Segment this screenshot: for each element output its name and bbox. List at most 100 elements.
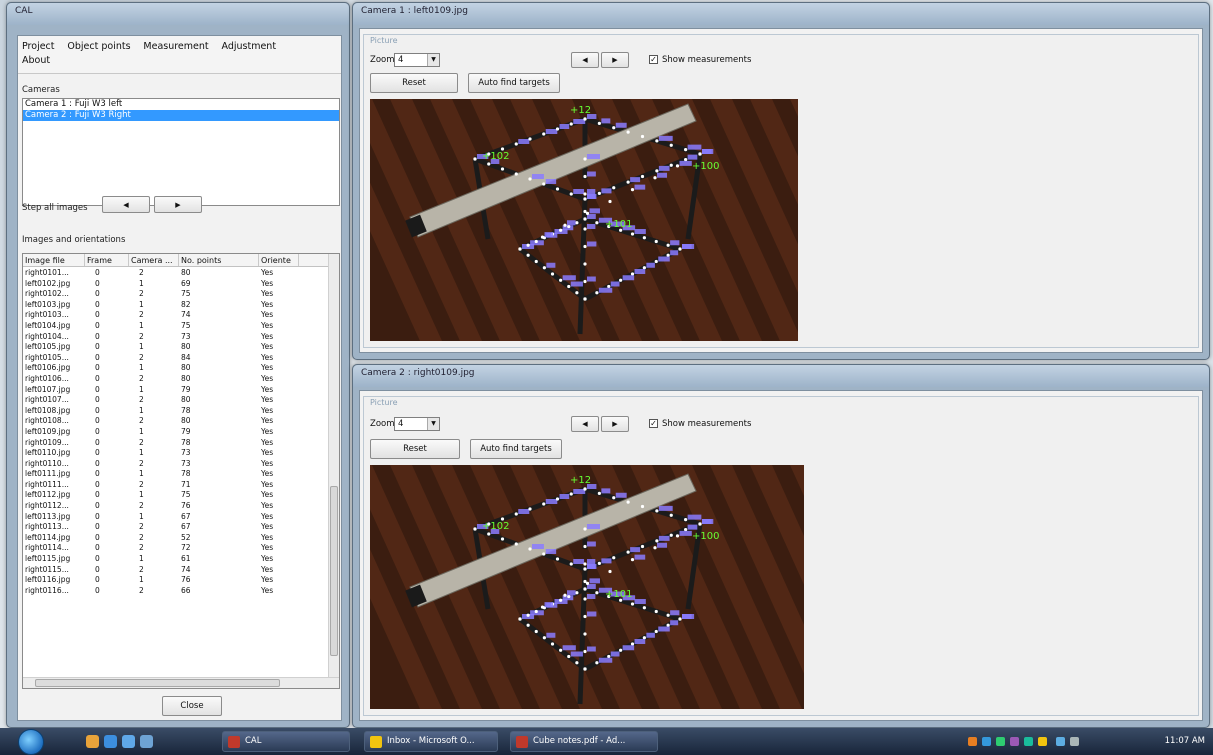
camera-list-item[interactable]: Camera 1 : Fuji W3 left	[23, 99, 339, 110]
chevron-down-icon[interactable]: ▼	[427, 418, 439, 430]
tray-icon[interactable]	[1010, 737, 1019, 746]
table-row[interactable]: left0108.jpg 0 1 78 Yes	[23, 406, 335, 417]
target-dot	[575, 221, 579, 225]
close-button[interactable]: Close	[162, 696, 222, 716]
camera2-auto-find-targets-button[interactable]: Auto find targets	[470, 439, 562, 459]
network-icon[interactable]	[1056, 737, 1065, 746]
table-row[interactable]: right0103... 0 2 74 Yes	[23, 310, 335, 321]
step-next-button[interactable]: ▶	[154, 196, 202, 213]
camera2-zoom-select[interactable]: 4 ▼	[394, 417, 440, 431]
table-row[interactable]: left0113.jpg 0 1 67 Yes	[23, 512, 335, 523]
camera2-reset-button[interactable]: Reset	[370, 439, 460, 459]
target-dot	[583, 544, 587, 549]
table-row[interactable]: right0101... 0 2 80 Yes	[23, 268, 335, 279]
table-row[interactable]: right0110... 0 2 73 Yes	[23, 459, 335, 470]
table-row[interactable]: right0111... 0 2 71 Yes	[23, 480, 335, 491]
table-row[interactable]: left0105.jpg 0 1 80 Yes	[23, 342, 335, 353]
camera2-previous-button[interactable]: ◀	[571, 416, 599, 432]
start-button[interactable]	[18, 729, 44, 755]
target-dot	[669, 533, 673, 537]
camera1-title-bar[interactable]: Camera 1 : left0109.jpg	[353, 3, 1209, 25]
tray-icon[interactable]	[1038, 737, 1047, 746]
camera2-zoom-value: 4	[398, 419, 404, 429]
volume-icon[interactable]	[1070, 737, 1079, 746]
images-table[interactable]: Image file Frame Camera ... No. points O…	[22, 253, 340, 689]
tray-icon[interactable]	[968, 737, 977, 746]
column-header-oriented[interactable]: Oriente	[259, 254, 299, 266]
column-header-camera[interactable]: Camera ...	[129, 254, 179, 266]
table-row[interactable]: right0108... 0 2 80 Yes	[23, 416, 335, 427]
target-label-mark	[567, 220, 576, 226]
camera-list-item-selected[interactable]: Camera 2 : Fuji W3 Right	[23, 110, 339, 121]
vertical-scroll-thumb[interactable]	[330, 486, 338, 656]
cameras-list[interactable]: Camera 1 : Fuji W3 left Camera 2 : Fuji …	[22, 98, 340, 206]
target-label-mark	[546, 632, 556, 638]
menu-about[interactable]: About	[22, 54, 50, 68]
target-dot	[608, 199, 612, 204]
table-vertical-scrollbar[interactable]	[328, 254, 339, 688]
menu-object-points[interactable]: Object points	[67, 40, 130, 54]
camera1-zoom-value: 4	[398, 55, 404, 65]
table-row[interactable]: right0112... 0 2 76 Yes	[23, 501, 335, 512]
table-row[interactable]: left0112.jpg 0 1 75 Yes	[23, 490, 335, 501]
column-header-no-points[interactable]: No. points	[179, 254, 259, 266]
table-row[interactable]: right0106... 0 2 80 Yes	[23, 374, 335, 385]
table-horizontal-scrollbar[interactable]	[23, 677, 339, 688]
table-row[interactable]: left0114.jpg 0 2 52 Yes	[23, 533, 335, 544]
taskbar-item-pdf[interactable]: Cube notes.pdf - Ad...	[510, 731, 658, 752]
column-header-frame[interactable]: Frame	[85, 254, 129, 266]
taskbar-item-cal[interactable]: CAL	[222, 731, 350, 752]
table-row[interactable]: right0113... 0 2 67 Yes	[23, 522, 335, 533]
explorer-icon[interactable]	[122, 735, 135, 748]
table-row[interactable]: left0116.jpg 0 1 76 Yes	[23, 575, 335, 586]
camera1-photo[interactable]: +12 +102 +100 +101	[370, 99, 798, 341]
desktop-icon[interactable]	[140, 735, 153, 748]
table-row[interactable]: right0109... 0 2 78 Yes	[23, 438, 335, 449]
table-row[interactable]: left0107.jpg 0 1 79 Yes	[23, 385, 335, 396]
quicklaunch-icon[interactable]	[86, 735, 99, 748]
table-row[interactable]: left0102.jpg 0 1 69 Yes	[23, 279, 335, 290]
menu-measurement[interactable]: Measurement	[143, 40, 208, 54]
table-row[interactable]: right0105... 0 2 84 Yes	[23, 353, 335, 364]
camera1-zoom-select[interactable]: 4 ▼	[394, 53, 440, 67]
cell-no-points: 80	[181, 342, 191, 352]
menu-project[interactable]: Project	[22, 40, 55, 54]
table-row[interactable]: left0115.jpg 0 1 61 Yes	[23, 554, 335, 565]
clock[interactable]: 11:07 AM	[1165, 736, 1205, 746]
horizontal-scroll-thumb[interactable]	[35, 679, 280, 687]
chevron-down-icon[interactable]: ▼	[427, 54, 439, 66]
table-row[interactable]: left0104.jpg 0 1 75 Yes	[23, 321, 335, 332]
camera1-previous-button[interactable]: ◀	[571, 52, 599, 68]
camera2-title-bar[interactable]: Camera 2 : right0109.jpg	[353, 365, 1209, 387]
table-row[interactable]: right0115... 0 2 74 Yes	[23, 565, 335, 576]
column-header-image-file[interactable]: Image file	[23, 254, 85, 266]
tray-icon[interactable]	[982, 737, 991, 746]
tray-icon[interactable]	[1024, 737, 1033, 746]
tray-icon[interactable]	[996, 737, 1005, 746]
step-previous-button[interactable]: ◀	[102, 196, 150, 213]
table-row[interactable]: left0106.jpg 0 1 80 Yes	[23, 363, 335, 374]
camera1-show-measurements-checkbox[interactable]: ✓ Show measurements	[649, 55, 751, 65]
camera1-reset-button[interactable]: Reset	[370, 73, 458, 93]
camera2-show-measurements-checkbox[interactable]: ✓ Show measurements	[649, 419, 751, 429]
table-row[interactable]: right0114... 0 2 72 Yes	[23, 543, 335, 554]
camera2-next-button[interactable]: ▶	[601, 416, 629, 432]
cell-image-file: left0110.jpg	[25, 448, 71, 458]
target-dot	[653, 176, 657, 180]
table-row[interactable]: right0104... 0 2 73 Yes	[23, 332, 335, 343]
camera1-next-button[interactable]: ▶	[601, 52, 629, 68]
camera2-photo[interactable]: +12 +102 +100 +101	[370, 465, 804, 709]
camera1-auto-find-targets-button[interactable]: Auto find targets	[468, 73, 560, 93]
cell-image-file: left0108.jpg	[25, 405, 71, 415]
table-row[interactable]: left0109.jpg 0 1 79 Yes	[23, 427, 335, 438]
table-row[interactable]: left0110.jpg 0 1 73 Yes	[23, 448, 335, 459]
cal-title-bar[interactable]: CAL	[7, 3, 349, 25]
table-row[interactable]: right0107... 0 2 80 Yes	[23, 395, 335, 406]
taskbar-item-inbox[interactable]: Inbox - Microsoft O...	[364, 731, 498, 752]
table-row[interactable]: right0116... 0 2 66 Yes	[23, 586, 335, 597]
browser-icon[interactable]	[104, 735, 117, 748]
table-row[interactable]: left0111.jpg 0 1 78 Yes	[23, 469, 335, 480]
table-row[interactable]: left0103.jpg 0 1 82 Yes	[23, 300, 335, 311]
table-row[interactable]: right0102... 0 2 75 Yes	[23, 289, 335, 300]
menu-adjustment[interactable]: Adjustment	[222, 40, 277, 54]
